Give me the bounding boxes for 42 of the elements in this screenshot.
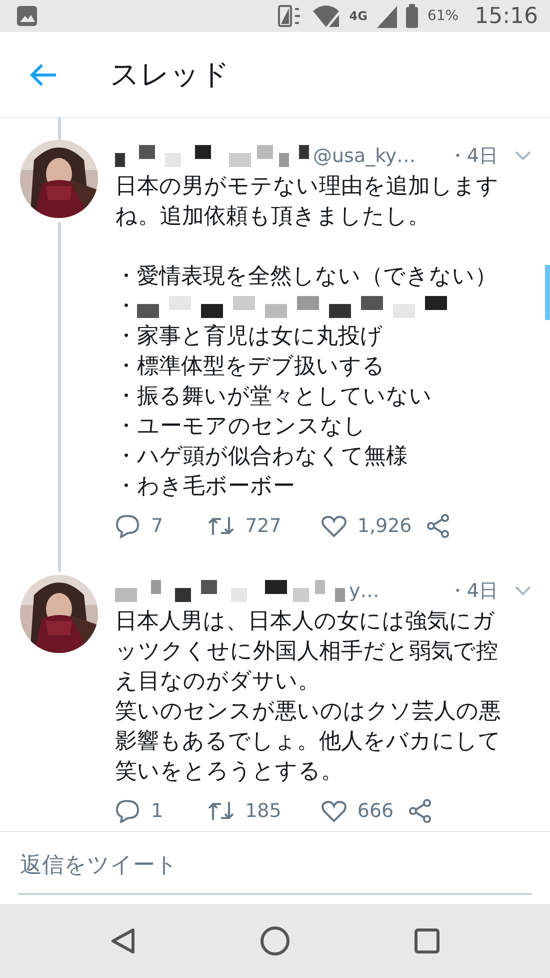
list-item: ・ユーモアのセンスなし (115, 413, 367, 441)
list-item: ・振る舞いが堂々としていない (115, 383, 433, 411)
list-bullet: ・ (115, 293, 137, 321)
wifi-icon (311, 3, 342, 29)
home-nav-icon[interactable] (260, 926, 290, 956)
like-count: 666 (357, 798, 394, 824)
list-item: ・ハゲ頭が似合わなくて無様 (115, 443, 409, 471)
retweet-icon[interactable] (207, 800, 236, 822)
tweet-text: 笑いのセンスが悪いのはクソ芸人の悪影響もあるでしょ。他人をバカにして笑いをとろうとする。 (115, 698, 502, 786)
reply-count: 7 (151, 514, 164, 539)
heart-icon[interactable] (321, 514, 348, 538)
battery-icon (405, 3, 420, 29)
back-icon[interactable] (28, 62, 58, 88)
list-item: ・標準体型をデブ扱いする (115, 353, 386, 381)
user-handle: y… (349, 578, 380, 604)
reply-icon[interactable] (115, 799, 141, 823)
retweet-icon[interactable] (207, 515, 236, 537)
recents-nav-icon[interactable] (414, 928, 440, 954)
user-handle: @usa_ky… (313, 144, 416, 169)
share-icon[interactable] (426, 514, 450, 538)
clock: 15:16 (474, 2, 538, 30)
image-icon (16, 5, 38, 27)
retweet-count: 185 (245, 798, 282, 824)
like-count: 1,926 (357, 514, 412, 539)
tweet-text: 日本の男がモテない理由を追加しますね。追加依頼も頂きましたし。 (115, 173, 500, 231)
battery-percent: 61% (427, 6, 459, 26)
reply-icon[interactable] (115, 514, 141, 538)
scroll-indicator (545, 265, 550, 320)
tweet-time: ・4日 (448, 144, 498, 169)
page-title: スレッド (110, 56, 230, 93)
list-item: ・わき毛ボーボー (115, 473, 296, 501)
list-item: ・愛情表現を全然しない（できない） (115, 263, 498, 291)
network-label: 4G (349, 8, 368, 25)
share-icon[interactable] (408, 799, 432, 823)
list-item: ・家事と育児は女に丸投げ (115, 323, 384, 351)
tweet-time: ・4日 (448, 578, 498, 604)
reply-count: 1 (151, 798, 164, 824)
signal-icon (375, 4, 398, 28)
tweet-text: 日本人男は、日本人の女には強気にガッツクくせに外国人相手だと弱気で控え目なのがダサい。 (115, 608, 499, 696)
back-nav-icon[interactable] (110, 927, 136, 955)
heart-icon[interactable] (321, 799, 348, 823)
retweet-count: 727 (245, 514, 282, 539)
